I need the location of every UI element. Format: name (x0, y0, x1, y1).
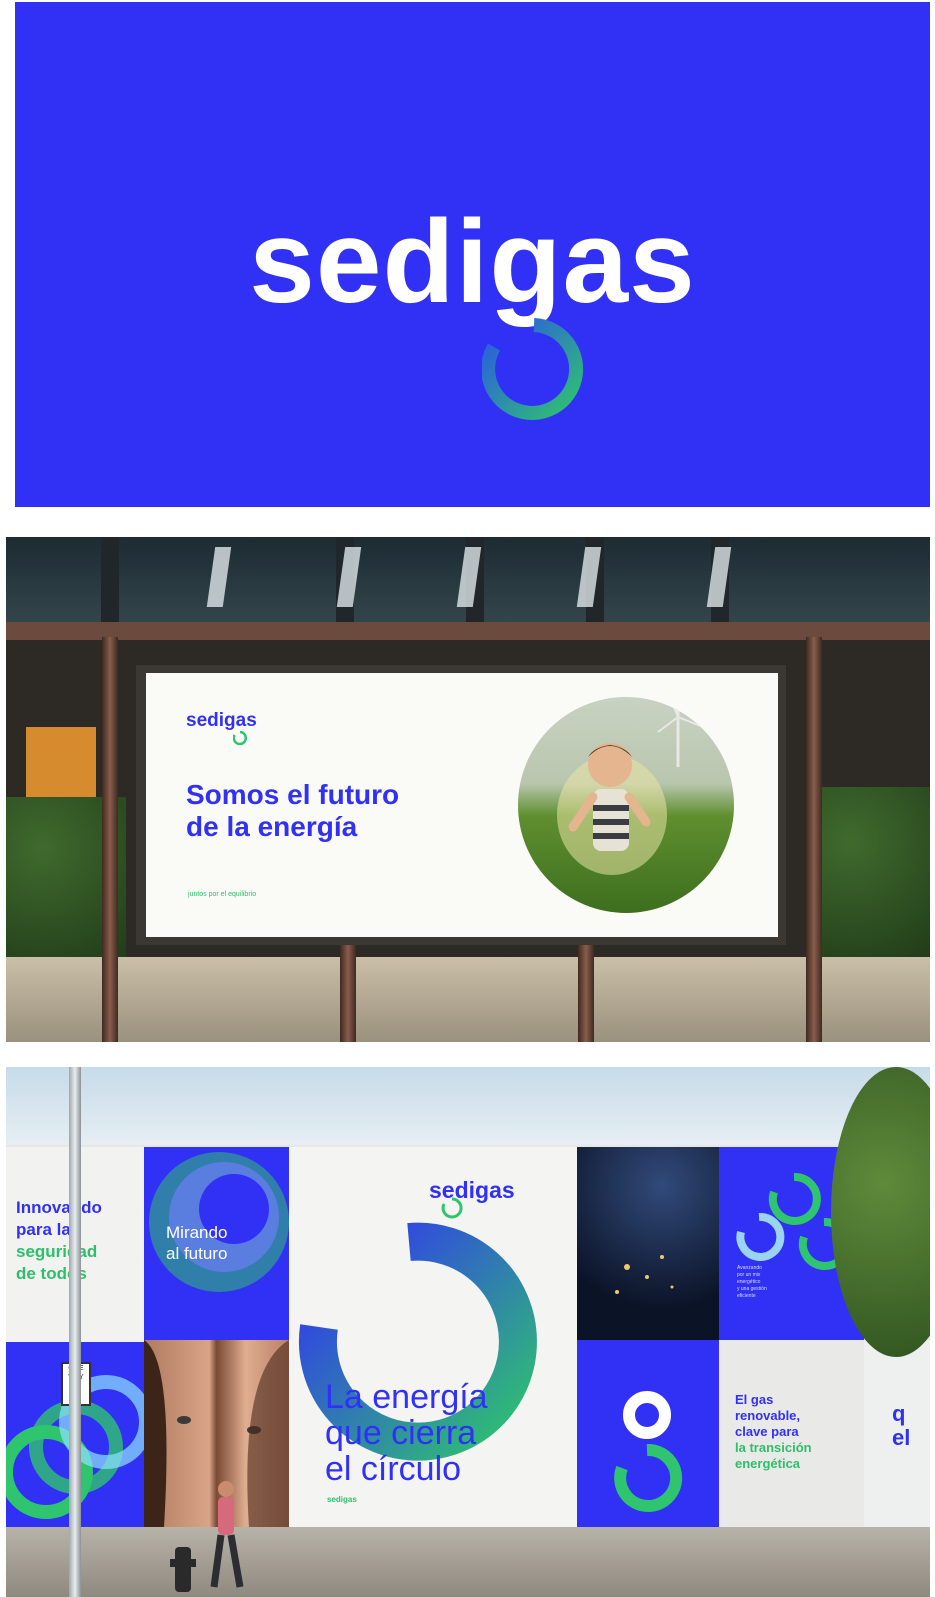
billboard-ring-icon (233, 731, 247, 745)
center-headline: La energía que cierra el círculo (325, 1378, 488, 1488)
sidewalk (6, 957, 930, 1042)
logo-panel: sedigas (15, 2, 930, 507)
billboard-logo: sedigas (186, 710, 257, 731)
billboard-tagline: juntos por el equilibrio (188, 891, 257, 898)
bus-shelter-photo: sedigas Somos el futuro de la energía ju… (6, 537, 930, 1042)
pavement (6, 1527, 930, 1597)
lamp-post (69, 1067, 81, 1597)
tile-gas-renovable: El gas renovable, clave para la transici… (719, 1340, 864, 1527)
wall-mural-photo: Innovando para la seguridad de todos Mir… (6, 1067, 930, 1597)
sky (6, 1067, 930, 1152)
tile-earth-night (577, 1147, 719, 1340)
brand-ring-icon (482, 318, 584, 420)
billboard-headline: Somos el futuro de la energía (186, 779, 400, 842)
tile-mirando: Mirando al futuro (144, 1147, 289, 1340)
tile-g-logo (577, 1340, 719, 1527)
shelter-fascia (6, 622, 930, 640)
child-photo-circle (518, 697, 734, 913)
tile-edge-partial: q el (864, 1340, 930, 1527)
pedestrian (210, 1481, 244, 1588)
fire-hydrant (170, 1547, 196, 1592)
brand-logo-text: sedigas (249, 196, 696, 328)
tile-center-poster: sedigas La energía que cierra el círculo… (289, 1147, 577, 1527)
